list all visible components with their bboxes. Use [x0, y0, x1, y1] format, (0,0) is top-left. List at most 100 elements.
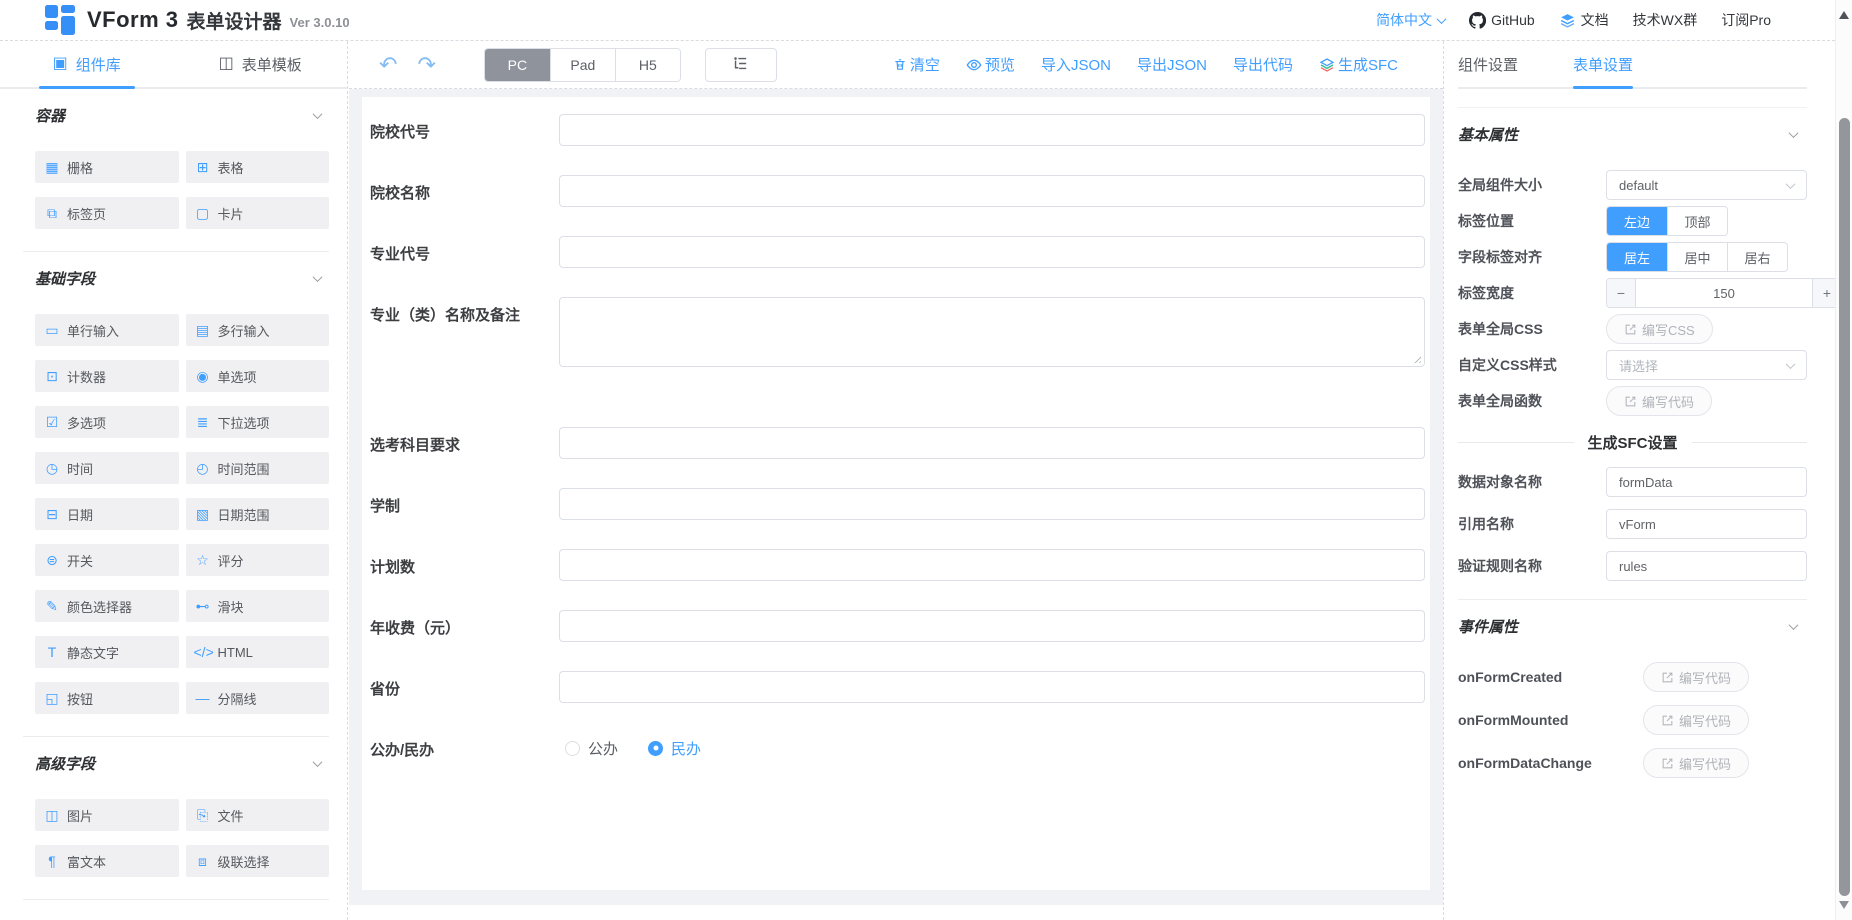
- device-toggle-pc[interactable]: PC: [485, 49, 550, 81]
- stepper-input[interactable]: [1636, 279, 1812, 307]
- segment-option[interactable]: 顶部: [1667, 207, 1727, 235]
- section-header[interactable]: 高级字段: [35, 753, 329, 774]
- sfc-setting-input[interactable]: [1606, 467, 1807, 497]
- radio-option[interactable]: 公办: [565, 738, 618, 759]
- form-row[interactable]: 学制: [370, 488, 1425, 520]
- form-row[interactable]: 专业（类）名称及备注: [370, 297, 1425, 372]
- form-row[interactable]: 院校代号: [370, 114, 1425, 146]
- sfc-setting-input[interactable]: [1606, 551, 1807, 581]
- basic-props-header[interactable]: 基本属性: [1458, 124, 1807, 145]
- header-link-wx-group[interactable]: 技术WX群: [1633, 10, 1698, 30]
- property-control: 编写代码: [1606, 386, 1807, 416]
- widget-item[interactable]: ⊜开关: [35, 544, 179, 576]
- toolbar-action-import-json[interactable]: 导入JSON: [1041, 54, 1111, 75]
- browser-scrollbar[interactable]: [1835, 0, 1852, 920]
- widget-item[interactable]: ⧈级联选择: [186, 845, 330, 877]
- sidebar-tab-widget-library[interactable]: ▣组件库: [0, 41, 174, 87]
- settings-tab[interactable]: 表单设置: [1573, 41, 1633, 87]
- event-name-label: onFormDataChange: [1458, 755, 1606, 771]
- toolbar-action-export-code[interactable]: 导出代码: [1233, 54, 1293, 75]
- form-row[interactable]: 选考科目要求: [370, 427, 1425, 459]
- form-field-input[interactable]: [559, 671, 1425, 703]
- header-link-subscribe-pro[interactable]: 订阅Pro: [1721, 10, 1771, 30]
- widget-item[interactable]: ⊡计数器: [35, 360, 179, 392]
- form-field-input[interactable]: [559, 175, 1425, 207]
- form-row[interactable]: 专业代号: [370, 236, 1425, 268]
- segment-option[interactable]: 居右: [1727, 243, 1787, 271]
- toolbar-action-export-json[interactable]: 导出JSON: [1137, 54, 1207, 75]
- widget-item-label: 计数器: [67, 367, 106, 386]
- widget-item[interactable]: </>HTML: [186, 636, 330, 668]
- widget-item[interactable]: ⎘文件: [186, 799, 330, 831]
- widget-item[interactable]: ◴时间范围: [186, 452, 330, 484]
- form-row[interactable]: 公办/民办 公办民办: [370, 732, 1425, 764]
- form-field-input[interactable]: [559, 549, 1425, 581]
- widget-item[interactable]: ⊞表格: [186, 151, 330, 183]
- widget-item[interactable]: ◫图片: [35, 799, 179, 831]
- widget-item[interactable]: ▤多行输入: [186, 314, 330, 346]
- segment-option[interactable]: 居中: [1667, 243, 1727, 271]
- form-field-input[interactable]: [559, 114, 1425, 146]
- code-editor-button[interactable]: 编写代码: [1606, 386, 1712, 416]
- header-link-docs[interactable]: 文档: [1559, 10, 1609, 30]
- widget-item[interactable]: ▢卡片: [186, 197, 330, 229]
- toolbar-action-preview[interactable]: 预览: [966, 54, 1015, 75]
- select-control[interactable]: default: [1606, 170, 1807, 200]
- form-row[interactable]: 计划数: [370, 549, 1425, 581]
- form-field-input[interactable]: [559, 427, 1425, 459]
- widget-item[interactable]: ¶富文本: [35, 845, 179, 877]
- form-row[interactable]: 省份: [370, 671, 1425, 703]
- header-link-github[interactable]: GitHub: [1469, 12, 1535, 29]
- widget-item[interactable]: ▧日期范围: [186, 498, 330, 530]
- widget-item[interactable]: ✎颜色选择器: [35, 590, 179, 622]
- toolbar-action-generate-sfc[interactable]: 生成SFC: [1319, 54, 1398, 75]
- widget-item[interactable]: ☑多选项: [35, 406, 179, 438]
- form-field-input[interactable]: [559, 610, 1425, 642]
- widget-item[interactable]: ▭单行输入: [35, 314, 179, 346]
- form-field-input[interactable]: [559, 488, 1425, 520]
- event-code-button[interactable]: 编写代码: [1643, 662, 1749, 692]
- event-code-button[interactable]: 编写代码: [1643, 705, 1749, 735]
- section-header[interactable]: 容器: [35, 105, 329, 126]
- widget-item[interactable]: ◱按钮: [35, 682, 179, 714]
- panel-divider: [1458, 599, 1807, 600]
- section-header[interactable]: 基础字段: [35, 268, 329, 289]
- widget-item[interactable]: ◷时间: [35, 452, 179, 484]
- device-toggle-h5[interactable]: H5: [615, 49, 680, 81]
- widget-item[interactable]: ⊷滑块: [186, 590, 330, 622]
- sfc-setting-input[interactable]: [1606, 509, 1807, 539]
- undo-button[interactable]: ↶: [379, 54, 397, 76]
- scrollbar-thumb[interactable]: [1839, 118, 1850, 896]
- form-canvas[interactable]: 院校代号 院校名称 专业代号 专业（类）名称及备注 选考科目要求 学制 计划数 …: [362, 97, 1430, 890]
- form-row[interactable]: 院校名称: [370, 175, 1425, 207]
- segment-option[interactable]: 居左: [1607, 243, 1667, 271]
- form-field-textarea[interactable]: [559, 297, 1425, 367]
- event-props-header[interactable]: 事件属性: [1458, 616, 1807, 637]
- scrollbar-up-arrow-icon[interactable]: [1839, 6, 1849, 19]
- app-header: VForm 3 表单设计器 Ver 3.0.10 简体中文 GitHub文档技术…: [0, 0, 1835, 41]
- language-selector[interactable]: 简体中文: [1376, 10, 1445, 30]
- sidebar-tab-form-template[interactable]: ◫表单模板: [174, 41, 348, 87]
- widget-item[interactable]: ⧉标签页: [35, 197, 179, 229]
- redo-button[interactable]: ↷: [417, 54, 435, 76]
- widget-item[interactable]: ▦栅格: [35, 151, 179, 183]
- form-field-input[interactable]: [559, 236, 1425, 268]
- code-editor-button[interactable]: 编写CSS: [1606, 314, 1713, 344]
- stepper-minus-button[interactable]: −: [1607, 279, 1636, 307]
- widget-item[interactable]: ⊟日期: [35, 498, 179, 530]
- radio-option[interactable]: 民办: [648, 738, 701, 759]
- select-control[interactable]: 请选择: [1606, 350, 1807, 380]
- form-row[interactable]: 年收费（元）: [370, 610, 1425, 642]
- device-toggle-pad[interactable]: Pad: [550, 49, 615, 81]
- event-code-button[interactable]: 编写代码: [1643, 748, 1749, 778]
- settings-tab[interactable]: 组件设置: [1458, 41, 1518, 87]
- widget-item[interactable]: ≣下拉选项: [186, 406, 330, 438]
- scrollbar-down-arrow-icon[interactable]: [1839, 901, 1849, 914]
- toolbar-action-clear[interactable]: 清空: [893, 54, 940, 75]
- widget-item[interactable]: ◉单选项: [186, 360, 330, 392]
- widget-item[interactable]: ☆评分: [186, 544, 330, 576]
- segment-option[interactable]: 左边: [1607, 207, 1667, 235]
- widget-item[interactable]: —分隔线: [186, 682, 330, 714]
- widget-item[interactable]: T静态文字: [35, 636, 179, 668]
- node-tree-button[interactable]: [705, 48, 777, 82]
